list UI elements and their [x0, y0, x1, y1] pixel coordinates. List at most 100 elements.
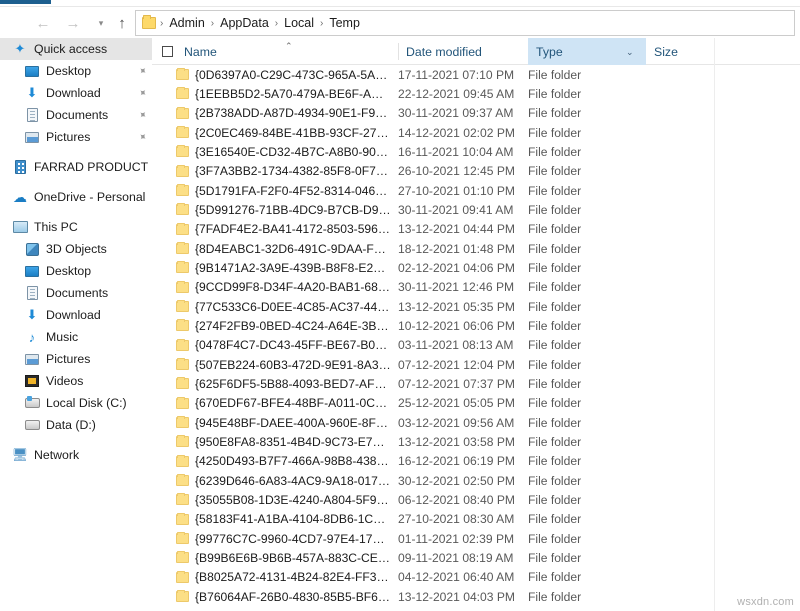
sidebar-item-documents[interactable]: Documents [0, 282, 152, 304]
cell-name[interactable]: {0D6397A0-C29C-473C-965A-5AB92FF… [176, 68, 391, 82]
sidebar-item-desktop[interactable]: Desktop [0, 260, 152, 282]
cell-name[interactable]: {670EDF67-BFE4-48BF-A011-0CED9B4… [176, 396, 391, 410]
cell-name[interactable]: {6239D646-6A83-4AC9-9A18-017A433… [176, 474, 391, 488]
sidebar-item-farrad-production[interactable]: FARRAD PRODUCTION [0, 156, 152, 178]
cell-name[interactable]: {3F7A3BB2-1734-4382-85F8-0F740B71… [176, 164, 391, 178]
cell-date-modified: 09-11-2021 08:19 AM [398, 551, 513, 565]
table-row[interactable]: {945E48BF-DAEE-400A-960E-8FC0C5F… 03-12-2… [152, 413, 800, 432]
cell-name[interactable]: {B76064AF-26B0-4830-85B5-BF648A61… [176, 590, 391, 604]
column-header-size[interactable]: Size [646, 38, 714, 65]
table-row[interactable]: {0478F4C7-DC43-45FF-BE67-B0B735D…03-11-2… [152, 336, 800, 355]
breadcrumb-local[interactable]: Local [280, 16, 318, 30]
cell-name[interactable]: {77C533C6-D0EE-4C85-AC37-4465B1B… [176, 300, 391, 314]
breadcrumb-temp[interactable]: Temp [325, 16, 364, 30]
navigation-pane[interactable]: ✦Quick accessDesktop✦⬇Download✦Documents… [0, 38, 152, 611]
cell-name[interactable]: {2B738ADD-A87D-4934-90E1-F91F226… [176, 106, 391, 120]
sidebar-item-local-disk-c[interactable]: Local Disk (C:) [0, 392, 152, 414]
table-row[interactable]: {4250D493-B7F7-466A-98B8-438A9C4…16-12-2… [152, 452, 800, 471]
up-one-level-icon[interactable]: ↑ [110, 11, 134, 35]
cell-name[interactable]: {625F6DF5-5B88-4093-BED7-AFC387F9… [176, 377, 391, 391]
select-all-checkbox[interactable] [162, 46, 173, 57]
sidebar-item-music[interactable]: ♪Music [0, 326, 152, 348]
table-row[interactable]: {2C0EC469-84BE-41BB-93CF-27A6F4E… 14-12-2… [152, 123, 800, 142]
cell-name[interactable]: {58183F41-A1BA-4104-8DB6-1C54758… [176, 512, 391, 526]
cell-name[interactable]: {7FADF4E2-BA41-4172-8503-596E7978… [176, 222, 391, 236]
table-row[interactable]: {99776C7C-9960-4CD7-97E4-17905AA…01-11-2… [152, 529, 800, 548]
table-row[interactable]: {5D991276-71BB-4DC9-B7CB-D9D8BD…30-11-20… [152, 200, 800, 219]
file-name-label: {950E8FA8-8351-4B4D-9C73-E77450D3… [195, 435, 391, 449]
file-rows-container[interactable]: {0D6397A0-C29C-473C-965A-5AB92FF…17-11-2… [152, 65, 800, 611]
sidebar-item-videos[interactable]: Videos [0, 370, 152, 392]
cell-name[interactable]: {B8025A72-4131-4B24-82E4-FF3A8E14… [176, 570, 391, 584]
pin-icon[interactable]: ✦ [135, 130, 148, 144]
cell-date-modified: 14-12-2021 02:02 PM [398, 126, 515, 140]
table-row[interactable]: {1EEBB5D2-5A70-479A-BE6F-ACFC06F…22-12-2… [152, 84, 800, 103]
cell-name[interactable]: {5D991276-71BB-4DC9-B7CB-D9D8BD… [176, 203, 391, 217]
table-row[interactable]: {B76064AF-26B0-4830-85B5-BF648A61…13-12-… [152, 587, 800, 606]
table-row[interactable]: {274F2FB9-0BED-4C24-A64E-3B7356B5…10-12-… [152, 316, 800, 335]
address-bar[interactable]: › Admin › AppData › Local › Temp [135, 10, 795, 36]
table-row[interactable]: {950E8FA8-8351-4B4D-9C73-E77450D3…13-12-… [152, 432, 800, 451]
breadcrumb-admin[interactable]: Admin [165, 16, 208, 30]
table-row[interactable]: {507EB224-60B3-472D-9E91-8A361C6F…07-12-… [152, 355, 800, 374]
sidebar-item-label: Pictures [46, 130, 90, 144]
table-row[interactable]: {7FADF4E2-BA41-4172-8503-596E7978…13-12-… [152, 220, 800, 239]
cell-name[interactable]: {945E48BF-DAEE-400A-960E-8FC0C5F… [176, 416, 391, 430]
cell-name[interactable]: {B99B6E6B-9B6B-457A-883C-CE66B70… [176, 551, 391, 565]
table-row[interactable]: {9B1471A2-3A9E-439B-B8F8-E28CBA4…02-12-2… [152, 258, 800, 277]
cell-name[interactable]: {2C0EC469-84BE-41BB-93CF-27A6F4E… [176, 126, 391, 140]
cell-date-modified: 03-12-2021 09:56 AM [398, 416, 514, 430]
table-row[interactable]: {B99B6E6B-9B6B-457A-883C-CE66B70… 09-11-2… [152, 548, 800, 567]
forward-icon[interactable]: → [61, 11, 85, 35]
ribbon-active-tab-indicator[interactable] [0, 0, 51, 4]
cell-name[interactable]: {4250D493-B7F7-466A-98B8-438A9C4… [176, 454, 391, 468]
sidebar-item-download[interactable]: ⬇Download✦ [0, 82, 152, 104]
cell-name[interactable]: {274F2FB9-0BED-4C24-A64E-3B7356B5… [176, 319, 391, 333]
cell-name[interactable]: {35055B08-1D3E-4240-A804-5F95F73E… [176, 493, 391, 507]
table-row[interactable]: {625F6DF5-5B88-4093-BED7-AFC387F9…07-12-… [152, 374, 800, 393]
table-row[interactable]: {9CCD99F8-D34F-4A20-BAB1-6841C51…30-11-2… [152, 278, 800, 297]
table-row[interactable]: {670EDF67-BFE4-48BF-A011-0CED9B4…25-12-2… [152, 394, 800, 413]
file-name-label: {77C533C6-D0EE-4C85-AC37-4465B1B… [195, 300, 391, 314]
sidebar-item-pictures[interactable]: Pictures [0, 348, 152, 370]
pin-icon[interactable]: ✦ [135, 108, 148, 122]
table-row[interactable]: {2B738ADD-A87D-4934-90E1-F91F226…30-11-2… [152, 104, 800, 123]
sidebar-item-onedrive-personal[interactable]: ☁OneDrive - Personal [0, 186, 152, 208]
cell-name[interactable]: {9CCD99F8-D34F-4A20-BAB1-6841C51… [176, 280, 391, 294]
cell-name[interactable]: {9B1471A2-3A9E-439B-B8F8-E28CBA4… [176, 261, 391, 275]
pin-icon[interactable]: ✦ [135, 64, 148, 78]
cell-name[interactable]: {8D4EABC1-32D6-491C-9DAA-FED6C6… [176, 242, 391, 256]
sidebar-item-3d-objects[interactable]: 3D Objects [0, 238, 152, 260]
sidebar-item-this-pc[interactable]: This PC [0, 216, 152, 238]
table-row[interactable]: {3F7A3BB2-1734-4382-85F8-0F740B71…26-10-… [152, 162, 800, 181]
cell-name[interactable]: {5D1791FA-F2F0-4F52-8314-046C9C8D… [176, 184, 391, 198]
table-row[interactable]: {B8025A72-4131-4B24-82E4-FF3A8E14…04-12-… [152, 568, 800, 587]
column-filter-chevron-down-icon[interactable]: ⌄ [626, 47, 634, 58]
table-row[interactable]: {0D6397A0-C29C-473C-965A-5AB92FF…17-11-2… [152, 65, 800, 84]
breadcrumb-appdata[interactable]: AppData [216, 16, 273, 30]
cell-name[interactable]: {99776C7C-9960-4CD7-97E4-17905AA… [176, 532, 391, 546]
sidebar-item-pictures[interactable]: Pictures ✦ [0, 126, 152, 148]
table-row[interactable]: {3E16540E-CD32-4B7C-A8B0-9020F65…16-11-2… [152, 142, 800, 161]
cell-type: File folder [528, 164, 581, 178]
column-header-date-modified[interactable]: Date modified [398, 38, 528, 65]
sidebar-item-quick-access[interactable]: ✦Quick access [0, 38, 152, 60]
table-row[interactable]: {58183F41-A1BA-4104-8DB6-1C54758…27-10-2… [152, 510, 800, 529]
pin-icon[interactable]: ✦ [135, 86, 148, 100]
cell-name[interactable]: {0478F4C7-DC43-45FF-BE67-B0B735D… [176, 338, 391, 352]
back-icon[interactable]: ← [31, 11, 55, 35]
cell-name[interactable]: {507EB224-60B3-472D-9E91-8A361C6F… [176, 358, 391, 372]
table-row[interactable]: {35055B08-1D3E-4240-A804-5F95F73E…06-12-… [152, 490, 800, 509]
table-row[interactable]: {5D1791FA-F2F0-4F52-8314-046C9C8D…27-10-… [152, 181, 800, 200]
table-row[interactable]: {6239D646-6A83-4AC9-9A18-017A433…30-12-2… [152, 471, 800, 490]
cell-name[interactable]: {3E16540E-CD32-4B7C-A8B0-9020F65… [176, 145, 391, 159]
sidebar-item-download[interactable]: ⬇Download [0, 304, 152, 326]
sidebar-item-network[interactable]: 🖥Network [0, 444, 152, 466]
table-row[interactable]: {8D4EABC1-32D6-491C-9DAA-FED6C6…18-12-20… [152, 239, 800, 258]
sidebar-item-desktop[interactable]: Desktop✦ [0, 60, 152, 82]
table-row[interactable]: {77C533C6-D0EE-4C85-AC37-4465B1B…13-12-2… [152, 297, 800, 316]
sidebar-item-data-d[interactable]: Data (D:) [0, 414, 152, 436]
sidebar-item-documents[interactable]: Documents✦ [0, 104, 152, 126]
cell-name[interactable]: {950E8FA8-8351-4B4D-9C73-E77450D3… [176, 435, 391, 449]
cell-name[interactable]: {1EEBB5D2-5A70-479A-BE6F-ACFC06F… [176, 87, 391, 101]
